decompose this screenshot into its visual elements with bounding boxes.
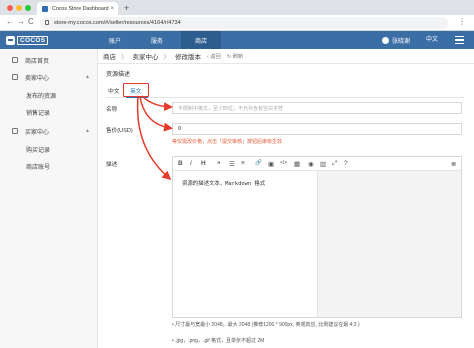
buyer-icon: [12, 128, 18, 134]
hamburger-menu-icon[interactable]: [455, 36, 464, 44]
sidebar-item-store-home[interactable]: 商店首页: [0, 53, 98, 67]
description-label: 描述: [106, 162, 118, 168]
unordered-list-icon[interactable]: ☰: [229, 160, 235, 168]
sidebar-item-published-resources[interactable]: 发布的资源: [26, 91, 56, 100]
heading-icon[interactable]: H: [201, 160, 206, 167]
browser-tab[interactable]: Cocos Store Dashboard ×: [37, 2, 118, 15]
sidebar-item-sales-records[interactable]: 销售记录: [26, 108, 50, 117]
price-value: 0: [178, 126, 182, 132]
close-window-icon[interactable]: [7, 5, 13, 11]
section-title: 资源描述: [106, 72, 131, 78]
nav-service[interactable]: 服务: [140, 31, 174, 49]
name-placeholder: 不限制中英文，至少四位，不允许含有空白字符: [178, 105, 284, 112]
note-size: • 尺寸最与宽最小 2048，最大 2048 (推荐1200 * 900px, …: [172, 322, 360, 328]
back-icon[interactable]: ←: [6, 17, 14, 26]
fullscreen-icon[interactable]: ⤢: [332, 160, 337, 168]
editor-input-pane[interactable]: 资源的描述文本，Markdown 格式: [173, 171, 317, 317]
tab-divider: [106, 97, 464, 98]
arrow-to-editor: [136, 96, 172, 180]
lock-icon: [45, 20, 49, 25]
breadcrumb-seller-center[interactable]: 卖家中心: [133, 51, 159, 61]
sidebar-item-label: 卖家中心: [25, 75, 50, 82]
preview-icon[interactable]: ◉: [308, 160, 314, 168]
browser-tab-title: Cocos Store Dashboard: [52, 5, 109, 12]
link-icon[interactable]: 🔗: [255, 160, 262, 166]
image-icon[interactable]: ▣: [268, 160, 274, 168]
tab-chinese[interactable]: 中文: [108, 86, 120, 95]
favicon-icon: [42, 5, 48, 12]
sidebar-item-label: 买家中心: [25, 129, 50, 136]
app-header: COCOS 账户 服务 商店 张晓谢 中文: [0, 31, 474, 49]
sidebar-item-buyer-center[interactable]: 买家中心 ▲: [0, 124, 98, 138]
language-switch[interactable]: 中文: [426, 31, 438, 49]
user-name: 张晓谢: [392, 38, 411, 45]
sidebar-item-label: 商店首页: [25, 58, 50, 65]
quote-icon[interactable]: ❝: [217, 160, 221, 168]
editor-preview-pane: [317, 171, 461, 317]
table-icon[interactable]: ▦: [294, 160, 300, 168]
price-input[interactable]: 0: [172, 123, 462, 135]
sidebar: 商店首页 卖家中心 ▲ 发布的资源 销售记录 买家中心 ▲ 购买记录 商店账号: [0, 49, 98, 348]
breadcrumb-store[interactable]: 商店: [103, 51, 116, 61]
user-avatar-icon: [382, 36, 389, 44]
side-by-side-icon[interactable]: ▥: [320, 160, 326, 168]
code-icon[interactable]: </>: [280, 160, 287, 166]
chevron-up-icon: ▲: [85, 74, 90, 80]
note-format: • .jpg，.png，.gif 格式，且单张不超过 2M: [172, 338, 265, 344]
browser-toolbar: ← → C store-my.cocos.com/#/seller/resour…: [0, 15, 474, 31]
address-bar[interactable]: store-my.cocos.com/#/seller/resources/41…: [40, 17, 448, 29]
browser-menu-icon[interactable]: ⋮: [458, 17, 466, 26]
nav-account[interactable]: 账户: [100, 31, 130, 49]
price-hint: 等仅需改价格，点击「提交审核」按钮后审核生效: [172, 139, 283, 145]
price-label: 售价(USD): [106, 128, 133, 134]
ordered-list-icon[interactable]: ≡: [241, 160, 245, 167]
sidebar-item-purchase-records[interactable]: 购买记录: [26, 145, 50, 154]
sidebar-item-store-account[interactable]: 商店账号: [26, 162, 50, 171]
breadcrumb-sep: 〉: [163, 54, 171, 61]
help-icon[interactable]: ?: [344, 160, 348, 167]
minimize-window-icon[interactable]: [16, 5, 22, 11]
editor-toolbar: B I H ❝ ☰ ≡ 🔗 ▣ </> ▦ ◉ ▥ ⤢ ? ≣: [173, 157, 461, 171]
home-icon: [12, 57, 18, 63]
chevron-up-icon: ▲: [85, 128, 90, 134]
close-tab-icon[interactable]: ×: [110, 6, 114, 12]
name-label: 名称: [106, 107, 118, 113]
cocos-logo-icon: [6, 35, 15, 45]
markdown-editor[interactable]: B I H ❝ ☰ ≡ 🔗 ▣ </> ▦ ◉ ▥ ⤢ ? ≣ 资源的描述文本，…: [172, 156, 462, 318]
editor-text: 资源的描述文本，Markdown 格式: [182, 181, 266, 187]
forward-icon[interactable]: →: [17, 17, 25, 26]
arrow-to-price-input: [139, 96, 173, 132]
annotation-highlight-box: [123, 83, 149, 97]
logo-text: COCOS: [17, 35, 49, 45]
address-url: store-my.cocos.com/#/seller/resources/41…: [54, 20, 181, 26]
nav-store[interactable]: 商店: [181, 31, 221, 49]
refresh-link[interactable]: ↻ 刷新: [227, 52, 244, 60]
more-icon[interactable]: ≣: [451, 160, 456, 168]
breadcrumb: 商店 〉 卖家中心 〉 修改版本 ‹ 返回 ↻ 刷新: [98, 49, 474, 64]
reload-icon[interactable]: C: [28, 17, 34, 26]
name-input[interactable]: 不限制中英文，至少四位，不允许含有空白字符: [172, 102, 462, 114]
seller-icon: [12, 74, 18, 80]
browser-tab-strip: Cocos Store Dashboard × +: [0, 0, 474, 15]
new-tab-icon[interactable]: +: [124, 3, 129, 13]
back-link[interactable]: ‹ 返回: [207, 52, 221, 60]
sidebar-item-seller-center[interactable]: 卖家中心 ▲: [0, 70, 98, 84]
italic-icon[interactable]: I: [190, 160, 192, 167]
maximize-window-icon[interactable]: [25, 5, 31, 11]
user-menu[interactable]: 张晓谢: [382, 31, 410, 49]
cocos-logo[interactable]: COCOS: [6, 34, 49, 46]
breadcrumb-edit-version: 修改版本: [175, 54, 201, 61]
bold-icon[interactable]: B: [178, 160, 183, 167]
breadcrumb-sep: 〉: [121, 54, 128, 61]
